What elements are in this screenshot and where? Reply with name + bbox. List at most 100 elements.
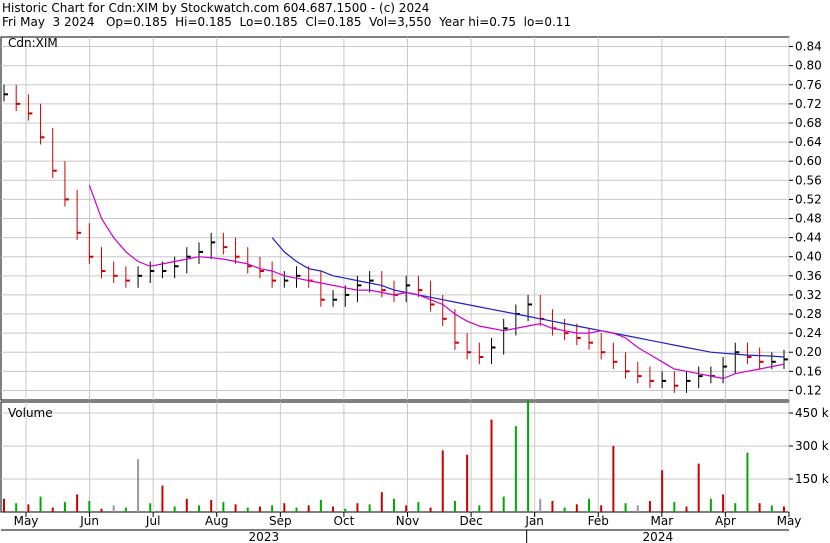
volume-bar xyxy=(185,498,188,512)
volume-bar xyxy=(405,505,408,512)
volume-bar xyxy=(295,507,298,512)
price-tick-label: 0.68 xyxy=(795,116,822,130)
volume-bar xyxy=(429,507,432,512)
volume-bar xyxy=(258,506,261,512)
month-label: Jul xyxy=(145,514,160,528)
price-tick-label: 0.84 xyxy=(795,40,822,54)
volume-bar xyxy=(734,503,737,512)
volume-bar xyxy=(368,504,371,512)
volume-bar xyxy=(636,505,639,512)
volume-bar xyxy=(453,501,456,512)
volume-bar xyxy=(15,503,18,512)
price-tick-label: 0.64 xyxy=(795,135,822,149)
volume-bar xyxy=(137,459,140,512)
volume-bar xyxy=(27,504,30,512)
volume-bar xyxy=(88,501,91,512)
month-label: Jan xyxy=(524,514,544,528)
stock-chart: 0.84 0.80 0.76 0.72 0.68 0.64 0.60 0.56 0.52 0.48… xyxy=(0,36,829,543)
price-tick-label: 0.76 xyxy=(795,78,822,92)
month-label: Sep xyxy=(269,514,292,528)
month-label: Apr xyxy=(715,514,736,528)
symbol-label: Cdn:XIM xyxy=(8,36,58,50)
month-label: Jun xyxy=(79,514,99,528)
volume-bar xyxy=(466,454,469,512)
month-label: Aug xyxy=(205,514,228,528)
volume-bar xyxy=(490,419,493,512)
volume-bar xyxy=(63,502,66,512)
volume-bar xyxy=(673,502,676,512)
volume-bar xyxy=(441,450,444,512)
volume-bar xyxy=(502,496,505,512)
volume-bar xyxy=(709,498,712,512)
volume-bar xyxy=(722,494,725,512)
volume-bar xyxy=(783,506,785,512)
volume-bar xyxy=(746,452,749,512)
price-tick-label: 0.44 xyxy=(795,231,822,245)
volume-bar xyxy=(319,499,322,512)
volume-bar xyxy=(307,505,310,512)
month-label: Feb xyxy=(588,514,609,528)
volume-bar xyxy=(563,507,566,512)
volume-bar xyxy=(271,505,274,512)
month-label: Nov xyxy=(396,514,419,528)
volume-bar xyxy=(685,506,688,512)
volume-bar xyxy=(661,470,664,512)
price-tick-label: 0.40 xyxy=(795,250,822,264)
price-tick-label: 0.60 xyxy=(795,154,822,168)
volume-tick-label: 450 k xyxy=(795,406,829,420)
volume-bar xyxy=(173,506,176,512)
month-label: May xyxy=(14,514,39,528)
volume-bar xyxy=(648,501,651,512)
volume-tick-label: 300 k xyxy=(795,439,829,453)
price-tick-label: 0.12 xyxy=(795,383,822,397)
volume-bar xyxy=(551,501,554,512)
volume-bar xyxy=(600,505,603,512)
price-tick-label: 0.48 xyxy=(795,212,822,226)
price-tick-label: 0.72 xyxy=(795,97,822,111)
volume-bar xyxy=(246,507,249,512)
volume-bar xyxy=(198,505,200,512)
volume-bar xyxy=(539,498,542,512)
price-tick-label: 0.16 xyxy=(795,364,822,378)
price-tick-label: 0.52 xyxy=(795,192,822,206)
volume-bar xyxy=(124,507,127,512)
volume-bar xyxy=(588,498,590,512)
volume-bar xyxy=(234,504,237,512)
volume-bar xyxy=(575,504,578,512)
volume-bar xyxy=(344,508,347,512)
price-tick-label: 0.28 xyxy=(795,307,822,321)
volume-bar xyxy=(612,446,615,512)
volume-bar xyxy=(39,496,42,512)
volume-bar xyxy=(624,503,627,512)
month-label: Mar xyxy=(651,514,674,528)
year-label: 2024 xyxy=(643,530,674,543)
volume-bar xyxy=(222,502,225,512)
volume-bar xyxy=(51,507,54,512)
volume-bar xyxy=(514,426,517,512)
volume-bar xyxy=(210,499,213,512)
volume-bar xyxy=(478,505,481,512)
volume-bar xyxy=(283,503,286,512)
volume-bar xyxy=(100,508,103,512)
volume-bar xyxy=(76,494,79,512)
volume-bar xyxy=(758,503,761,512)
volume-bar xyxy=(149,503,152,512)
volume-bar xyxy=(3,498,5,512)
month-label: May xyxy=(777,514,802,528)
price-tick-label: 0.32 xyxy=(795,288,822,302)
volume-tick-label: 150 k xyxy=(795,472,829,486)
volume-bar xyxy=(112,505,115,512)
volume-bar xyxy=(161,485,164,512)
price-tick-label: 0.80 xyxy=(795,59,822,73)
volume-bar xyxy=(697,463,700,512)
volume-bar xyxy=(770,505,773,512)
price-tick-label: 0.36 xyxy=(795,269,822,283)
volume-bar xyxy=(380,492,383,512)
volume-panel xyxy=(0,401,790,513)
month-label: Oct xyxy=(334,514,355,528)
volume-bar xyxy=(417,502,420,512)
volume-label: Volume xyxy=(8,406,53,420)
year-label: 2023 xyxy=(249,530,280,543)
price-tick-label: 0.56 xyxy=(795,173,822,187)
volume-bar xyxy=(527,399,530,512)
